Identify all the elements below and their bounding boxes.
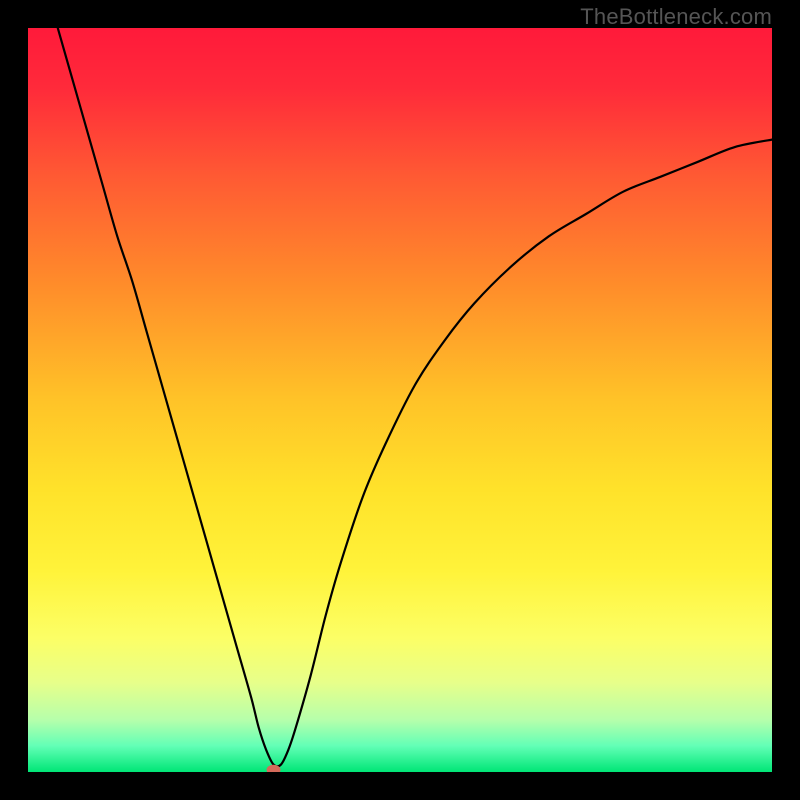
chart-svg — [28, 28, 772, 772]
watermark-text: TheBottleneck.com — [580, 4, 772, 30]
chart-gradient-bg — [28, 28, 772, 772]
chart-frame — [28, 28, 772, 772]
